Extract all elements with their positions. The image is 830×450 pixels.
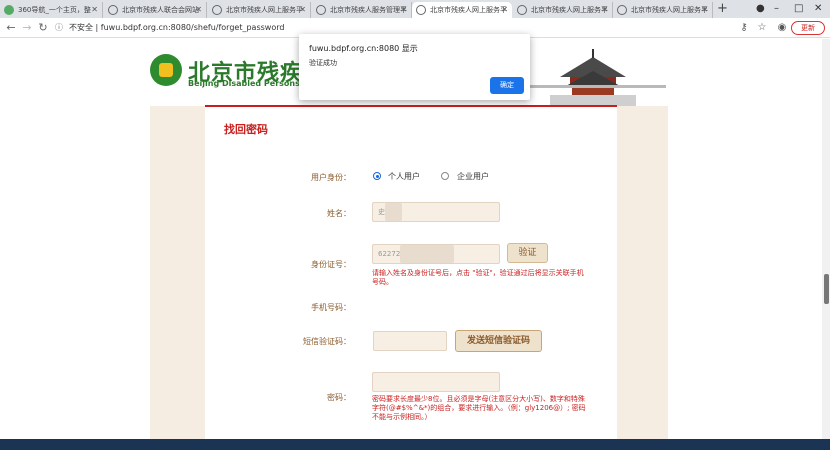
os-taskbar [0,439,830,450]
temple-of-heaven-image [520,47,666,107]
reload-icon[interactable]: ↻ [36,21,50,35]
radio-personal[interactable] [373,172,381,180]
close-tab-icon[interactable]: ✕ [91,2,98,18]
url-text: fuwu.bdpf.org.cn:8080/shefu/forget_passw… [100,23,285,32]
dialog-title: fuwu.bdpf.org.cn:8080 显示 [309,44,418,53]
page-scrollbar[interactable] [822,39,830,450]
left-panel [150,106,205,450]
tab-label: 北京市残疾人网上服务平 [226,6,303,14]
password-hint: 密码要求长度最少8位。且必须是字母(注意区分大小写)、数字和特殊字符(@#$%^… [372,395,586,421]
globe-icon [416,5,426,15]
right-panel [617,106,668,450]
close-tab-icon[interactable]: ✕ [601,2,608,18]
identity-label: 用户身份： [311,173,351,182]
security-warning-icon[interactable]: ⓘ [55,23,63,32]
globe-icon [517,5,527,15]
sms-code-label: 短信验证码： [303,337,351,346]
page-content: 北京市残疾人 Beijing Disabled Persons' Fed 找回密… [0,39,822,450]
page-title: 找回密码 [224,123,268,136]
dialog-message: 验证成功 [309,59,337,67]
tab-active[interactable]: 北京市残疾人网上服务平 ✕ [412,2,512,18]
globe-icon [108,5,118,15]
redacted-mask: xxxxxxxxxxxxx [400,245,455,263]
name-label: 姓名： [327,209,351,218]
tab-service-4[interactable]: 北京市残疾人网上服务平 ✕ [613,2,713,18]
forward-icon[interactable]: → [20,21,34,35]
360-icon [4,5,14,15]
verify-button[interactable]: 验证 [507,243,548,263]
globe-icon [316,5,326,15]
tab-service-3[interactable]: 北京市残疾人网上服务平 ✕ [513,2,613,18]
id-number-value: 62272 [378,250,401,258]
bdpf-logo-icon [150,54,182,86]
close-tab-icon[interactable]: ✕ [299,2,306,18]
globe-icon [212,5,222,15]
password-label: 密码： [327,393,351,402]
tab-bdpf[interactable]: 北京市残疾人联合会网站 ✕ [104,2,207,18]
phone-label: 手机号码： [311,303,351,312]
sms-code-input[interactable] [373,331,447,351]
globe-icon [617,5,627,15]
password-input[interactable] [372,372,500,392]
new-tab-button[interactable]: + [717,1,728,17]
redacted-mask: xxxx [385,203,402,221]
tab-label: 北京市残疾人网上服务平 [531,6,608,14]
star-icon[interactable]: ☆ [755,21,769,35]
close-tab-icon[interactable]: ✕ [501,2,508,18]
tab-label: 北京市残疾人网上服务平 [430,6,507,14]
tab-label: 北京市残疾人网上服务平 [631,6,708,14]
security-label: 不安全 [69,23,93,32]
id-number-label: 身份证号： [311,260,351,269]
radio-personal-label[interactable]: 个人用户 [388,171,420,182]
key-icon[interactable]: ⚷ [737,21,751,35]
maximize-icon[interactable]: □ [794,0,803,18]
tab-service-1[interactable]: 北京市残疾人网上服务平 ✕ [208,2,311,18]
close-tab-icon[interactable]: ✕ [195,2,202,18]
close-window-icon[interactable]: ✕ [814,0,822,18]
verify-hint: 请输入姓名及身份证号后，点击 "验证"，验证通过后将显示关联手机号码。 [372,269,584,286]
scrollbar-thumb[interactable] [824,274,829,304]
radio-enterprise[interactable] [441,172,449,180]
radio-enterprise-label[interactable]: 企业用户 [457,171,489,182]
tab-label: 北京市残疾人联合会网站 [122,6,199,14]
tab-label: 北京市残疾人服务管理平 [330,6,407,14]
dialog-ok-button[interactable]: 确定 [490,77,524,94]
send-sms-button[interactable]: 发送短信验证码 [455,330,542,352]
update-button[interactable]: 更新 [791,21,825,35]
name-input[interactable]: 史xxxx [372,202,500,222]
close-tab-icon[interactable]: ✕ [701,2,708,18]
tab-management[interactable]: 北京市残疾人服务管理平 ✕ [312,2,412,18]
name-value: 史 [378,208,385,216]
tab-360[interactable]: 360导航_一个主页，整 ✕ [0,2,103,18]
address-bar[interactable]: ⓘ 不安全 | fuwu.bdpf.org.cn:8080/shefu/forge… [55,21,725,35]
close-tab-icon[interactable]: ✕ [400,2,407,18]
tab-strip: 360导航_一个主页，整 ✕ 北京市残疾人联合会网站 ✕ 北京市残疾人网上服务平 ✕ … [0,0,830,18]
tab-label: 360导航_一个主页，整 [18,6,91,14]
back-icon[interactable]: ← [4,21,18,35]
id-number-input[interactable]: 62272xxxxxxxxxxxxx [372,244,500,264]
account-icon[interactable]: ◉ [775,21,789,35]
minimize-icon[interactable]: – [774,0,779,18]
profile-menu-icon[interactable]: ● [756,0,765,18]
header-divider [205,105,617,107]
